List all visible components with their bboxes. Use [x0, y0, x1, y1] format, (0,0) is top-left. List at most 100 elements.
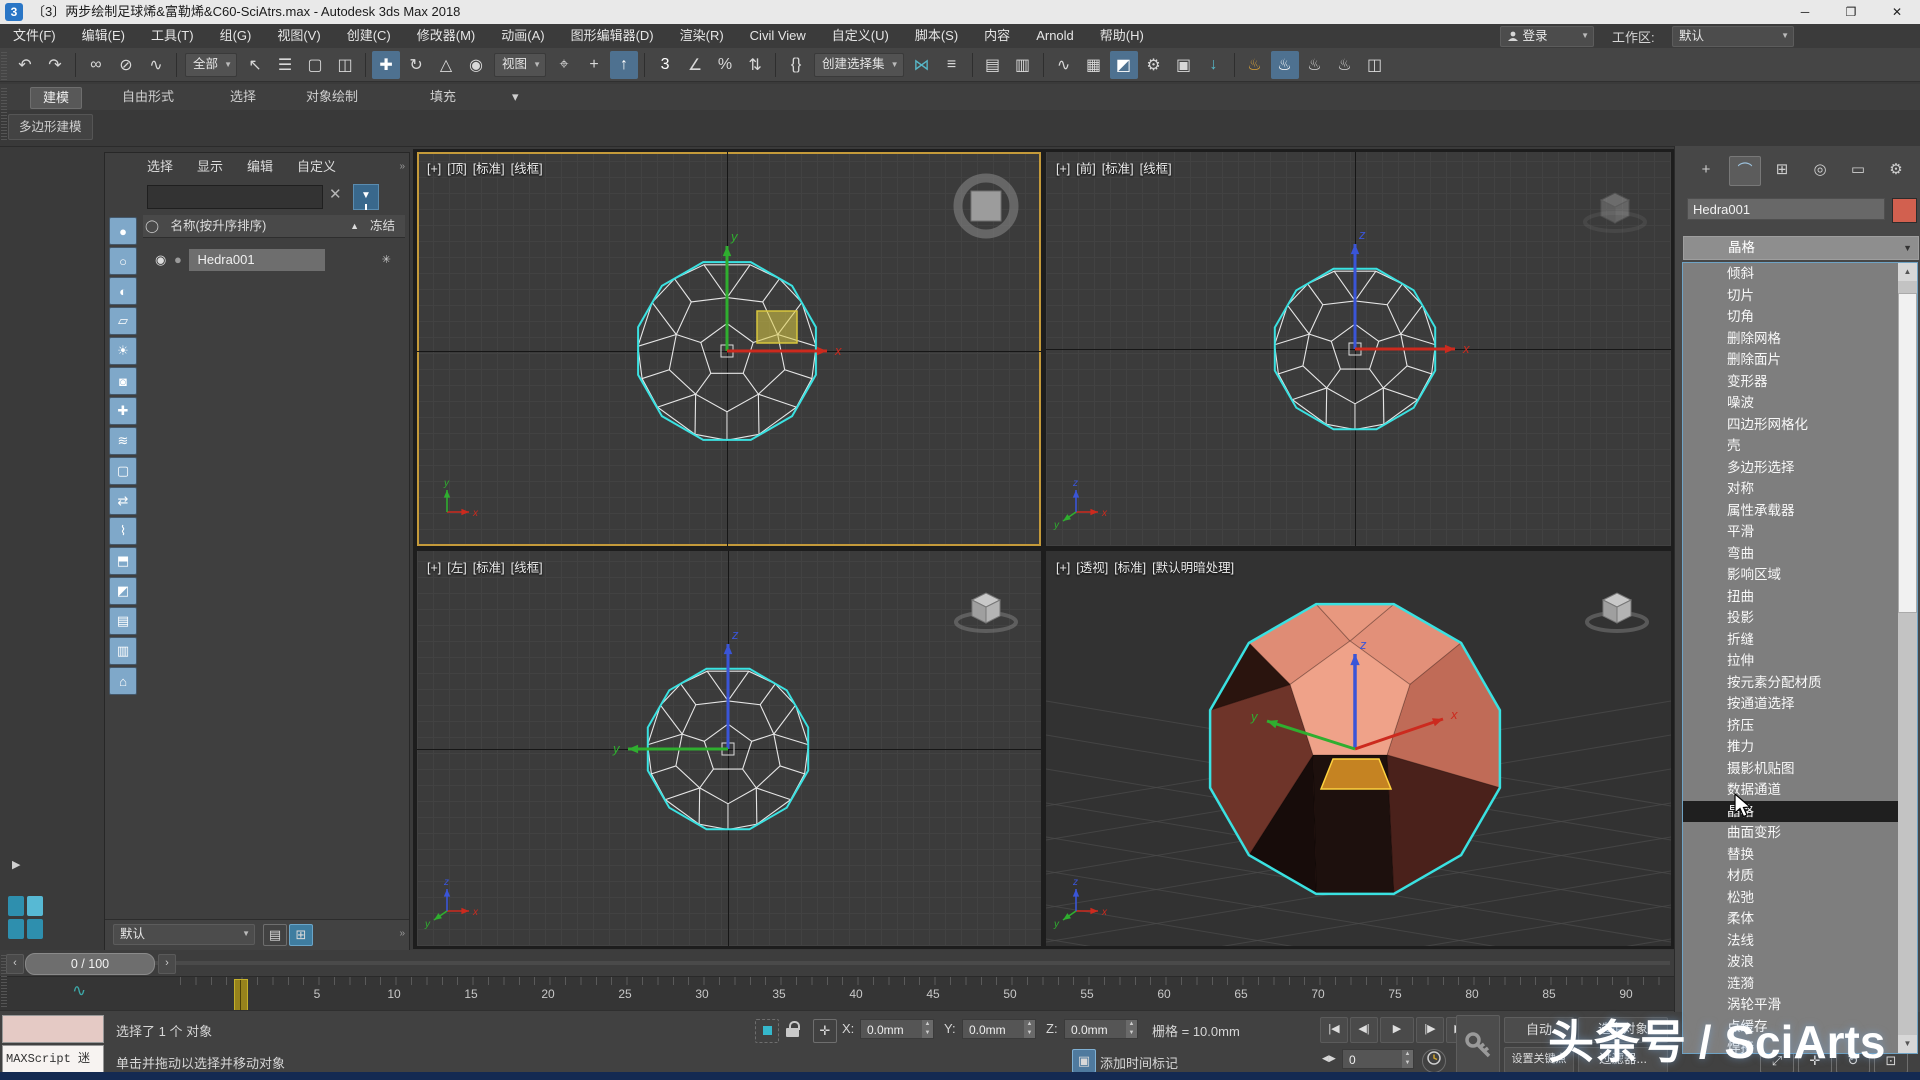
prev-frame-button[interactable]: ◀|	[1350, 1017, 1378, 1043]
modifier-item[interactable]: 涟漪	[1683, 973, 1917, 995]
ribbon-tab-填充[interactable]: 填充	[418, 87, 468, 107]
object-name-label[interactable]: Hedra001	[189, 249, 325, 271]
time-slider-thumb[interactable]: 0 / 100	[25, 953, 155, 975]
modify-tab[interactable]: ⌒	[1729, 156, 1761, 186]
viewport-label-token[interactable]: [+]	[1056, 561, 1070, 575]
display-geometry-icon[interactable]: ◐	[109, 277, 137, 305]
explorer-bottom-chevron[interactable]: »	[399, 928, 403, 939]
scale-icon[interactable]: △	[432, 51, 460, 79]
ribbon-grip[interactable]	[1, 88, 7, 140]
modifier-item[interactable]: 切片	[1683, 285, 1917, 307]
menu-item[interactable]: 内容	[971, 24, 1023, 48]
display-page2-icon[interactable]: ▥	[109, 637, 137, 665]
menu-item[interactable]: Arnold	[1023, 24, 1087, 48]
placement-icon[interactable]: ◉	[462, 51, 490, 79]
macro-recorder-box[interactable]	[2, 1015, 104, 1043]
viewport-front[interactable]: [+][前][标准][线框] zxxzy	[1046, 152, 1671, 546]
layer-view-icon[interactable]: ▤	[263, 924, 287, 946]
viewport-label-token[interactable]: [线框]	[511, 561, 543, 575]
ab-compare-icon[interactable]: ◫	[1361, 51, 1389, 79]
menu-item[interactable]: 帮助(H)	[1087, 24, 1157, 48]
toolbar-grip[interactable]	[1, 50, 7, 80]
viewport-label-token[interactable]: [标准]	[473, 561, 505, 575]
menu-item[interactable]: 视图(V)	[264, 24, 333, 48]
display-helpers-icon[interactable]: ✚	[109, 397, 137, 425]
display-containers-icon[interactable]: ⬒	[109, 547, 137, 575]
modifier-item[interactable]: 波浪	[1683, 951, 1917, 973]
close-button[interactable]: ✕	[1874, 0, 1920, 24]
ref-coord-dropdown[interactable]: 视图▼	[494, 53, 546, 77]
modifier-item[interactable]: 法线	[1683, 930, 1917, 952]
freeze-toggle-icon[interactable]: ✳	[382, 249, 391, 271]
render-iterative-icon[interactable]: ♨	[1271, 51, 1299, 79]
schematic-view-icon[interactable]: ▦	[1080, 51, 1108, 79]
curve-editor-icon[interactable]: ∿	[1050, 51, 1078, 79]
add-time-tag[interactable]: 添加时间标记	[1100, 1053, 1178, 1072]
viewport-label-token[interactable]: [+]	[427, 162, 441, 176]
time-tag-cube-icon[interactable]: ▣	[1072, 1049, 1096, 1073]
selection-filter-dropdown[interactable]: 全部▼	[185, 53, 237, 77]
modifier-item[interactable]: 拉伸	[1683, 650, 1917, 672]
dropdown-scrollbar[interactable]: ▲ ▼	[1898, 263, 1917, 1053]
workspace-dropdown[interactable]: 默认▼	[1672, 26, 1794, 47]
viewport-label-token[interactable]: [透视]	[1076, 561, 1108, 575]
track-bar-frame-marker[interactable]	[234, 979, 248, 1011]
display-bones-icon[interactable]: ⌇	[109, 517, 137, 545]
viewport-label-token[interactable]: [默认明暗处理]	[1152, 561, 1234, 575]
next-frame-arrow[interactable]: ›	[158, 954, 176, 974]
viewport-label-token[interactable]: [顶]	[447, 162, 466, 176]
menu-item[interactable]: 渲染(R)	[667, 24, 737, 48]
maximize-button[interactable]: ❐	[1828, 0, 1874, 24]
viewport-perspective-label[interactable]: [+][透视][标准][默认明暗处理]	[1056, 557, 1240, 576]
viewport-label-token[interactable]: [线框]	[511, 162, 543, 176]
ribbon-minimize-icon[interactable]: ▾	[500, 87, 531, 107]
modifier-item[interactable]: 按通道选择	[1683, 693, 1917, 715]
render-production-icon[interactable]: ♨	[1241, 51, 1269, 79]
table-row[interactable]: ◉ ● Hedra001 ✳	[143, 249, 405, 271]
rendered-frame-icon[interactable]: ▣	[1170, 51, 1198, 79]
current-frame-field[interactable]: 0▲▼	[1342, 1049, 1414, 1069]
menu-item[interactable]: 工具(T)	[138, 24, 207, 48]
modifier-item[interactable]: 四边形网格化	[1683, 414, 1917, 436]
explorer-menu-编辑[interactable]: 编辑	[235, 153, 285, 181]
next-frame-button[interactable]: |▶	[1416, 1017, 1444, 1043]
display-none-icon[interactable]: ○	[109, 247, 137, 275]
utilities-tab[interactable]: ⚙	[1881, 156, 1911, 184]
eye-icon[interactable]: ◉	[155, 252, 166, 267]
angle-snap-icon[interactable]: ∠	[681, 51, 709, 79]
explorer-preset-dropdown[interactable]: 默认▼	[113, 924, 255, 945]
play-button[interactable]: ▶	[1380, 1017, 1414, 1043]
render-last-icon[interactable]: ↓	[1200, 51, 1228, 79]
menu-item[interactable]: 脚本(S)	[902, 24, 971, 48]
modifier-item[interactable]: 影响区域	[1683, 564, 1917, 586]
modifier-item[interactable]: 推力	[1683, 736, 1917, 758]
select-link-icon[interactable]: ∞	[82, 51, 110, 79]
ribbon-tab-选择[interactable]: 选择	[218, 87, 268, 107]
explorer-menu-选择[interactable]: 选择	[135, 153, 185, 181]
time-configuration-icon[interactable]	[1422, 1049, 1446, 1073]
mirror-icon[interactable]: ⋈	[908, 51, 936, 79]
display-folder-icon[interactable]: ⌂	[109, 667, 137, 695]
ribbon-tab-自由形式[interactable]: 自由形式	[110, 87, 186, 107]
name-column-header[interactable]: 名称(按升序排序)	[170, 219, 266, 233]
grid-view-icon[interactable]: ⊞	[289, 924, 313, 946]
viewport-left[interactable]: [+][左][标准][线框] zyxzy	[417, 551, 1041, 946]
track-bar-ruler[interactable]: 051015202530354045505560657075808590	[180, 977, 1676, 1011]
modifier-item[interactable]: 删除面片	[1683, 349, 1917, 371]
filter-funnel-icon[interactable]: ▼	[353, 184, 379, 210]
explorer-menu-自定义[interactable]: 自定义	[285, 153, 348, 181]
display-xrefs-icon[interactable]: ⇄	[109, 487, 137, 515]
modifier-item[interactable]: 晶格	[1683, 801, 1917, 823]
freeze-column-header[interactable]: 冻结	[370, 215, 395, 237]
viewport-label-token[interactable]: [线框]	[1140, 162, 1172, 176]
time-slider-track[interactable]	[25, 961, 1670, 965]
explorer-menu-显示[interactable]: 显示	[185, 153, 235, 181]
create-tab[interactable]: +	[1691, 156, 1721, 184]
modifier-item[interactable]: 挤压	[1683, 715, 1917, 737]
explorer-overflow-chevron[interactable]: »	[399, 161, 403, 172]
menu-item[interactable]: Civil View	[737, 24, 819, 48]
modifier-item[interactable]: 数据通道	[1683, 779, 1917, 801]
activeshade-icon[interactable]: ♨	[1301, 51, 1329, 79]
modifier-item[interactable]: 切角	[1683, 306, 1917, 328]
selection-lock-icon[interactable]	[786, 1019, 808, 1041]
